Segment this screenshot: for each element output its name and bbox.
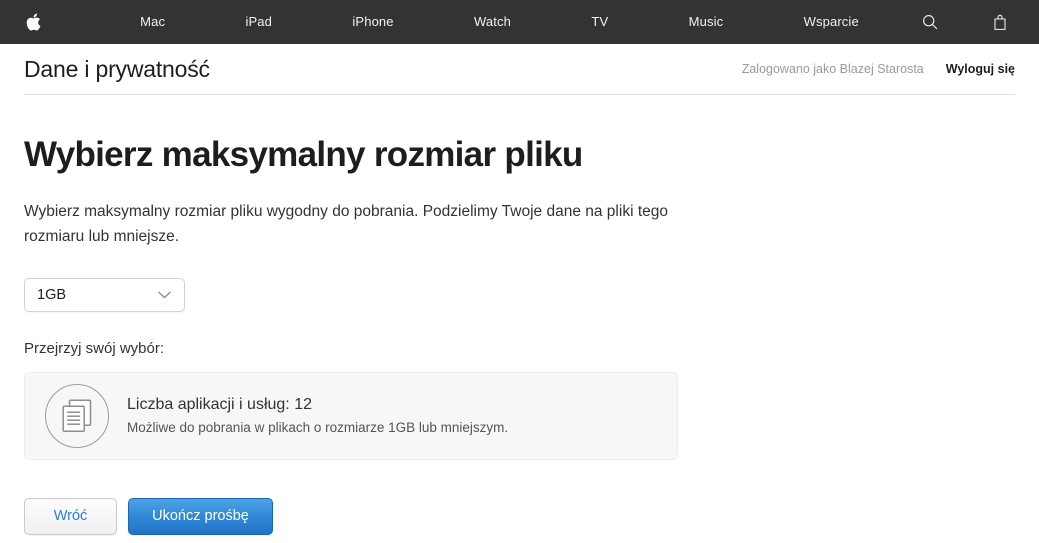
file-size-select[interactable]: 1GB xyxy=(24,277,185,312)
sign-out-link[interactable]: Wyloguj się xyxy=(946,62,1015,76)
action-buttons: Wróć Ukończ prośbę xyxy=(24,497,1015,535)
page-header-account-area: Zalogowano jako Blazej Starosta Wyloguj … xyxy=(742,62,1015,76)
submit-request-button[interactable]: Ukończ prośbę xyxy=(128,497,273,535)
nav-item-ipad[interactable]: iPad xyxy=(245,0,272,44)
global-nav-icons xyxy=(921,0,1021,44)
page-header: Dane i prywatność Zalogowano jako Blazej… xyxy=(24,44,1015,95)
nav-item-music[interactable]: Music xyxy=(689,0,724,44)
search-icon xyxy=(922,14,938,30)
file-size-select-wrapper: 1GB xyxy=(24,277,185,312)
search-button[interactable] xyxy=(921,0,939,44)
shopping-bag-icon xyxy=(993,14,1007,31)
nav-item-iphone[interactable]: iPhone xyxy=(352,0,393,44)
apple-logo-icon xyxy=(26,13,41,31)
apple-logo-link[interactable] xyxy=(18,13,64,31)
back-button[interactable]: Wróć xyxy=(24,497,117,535)
summary-card-title: Liczba aplikacji i usług: 12 xyxy=(127,395,312,413)
summary-card-text: Liczba aplikacji i usług: 12 Możliwe do … xyxy=(127,394,508,438)
shopping-bag-button[interactable] xyxy=(991,0,1009,44)
nav-item-watch[interactable]: Watch xyxy=(474,0,511,44)
main-content: Wybierz maksymalny rozmiar pliku Wybierz… xyxy=(0,135,1039,535)
global-navigation-bar: Mac iPad iPhone Watch TV Music Wsparcie xyxy=(0,0,1039,44)
nav-item-mac[interactable]: Mac xyxy=(140,0,165,44)
documents-icon xyxy=(45,383,109,448)
main-heading: Wybierz maksymalny rozmiar pliku xyxy=(24,135,583,174)
summary-card-subtitle: Możliwe do pobrania w plikach o rozmiarz… xyxy=(127,420,509,436)
file-size-select-value: 1GB xyxy=(37,286,67,303)
nav-item-wsparcie[interactable]: Wsparcie xyxy=(804,0,859,44)
signed-in-as-label: Zalogowano jako Blazej Starosta xyxy=(741,62,924,76)
intro-paragraph: Wybierz maksymalny rozmiar pliku wygodny… xyxy=(24,202,668,245)
global-nav-items: Mac iPad iPhone Watch TV Music Wsparcie xyxy=(64,0,921,44)
summary-card: Liczba aplikacji i usług: 12 Możliwe do … xyxy=(24,371,678,460)
page-title: Dane i prywatność xyxy=(24,55,210,82)
nav-item-tv[interactable]: TV xyxy=(591,0,608,44)
review-selection-label: Przejrzyj swój wybór: xyxy=(24,339,165,357)
